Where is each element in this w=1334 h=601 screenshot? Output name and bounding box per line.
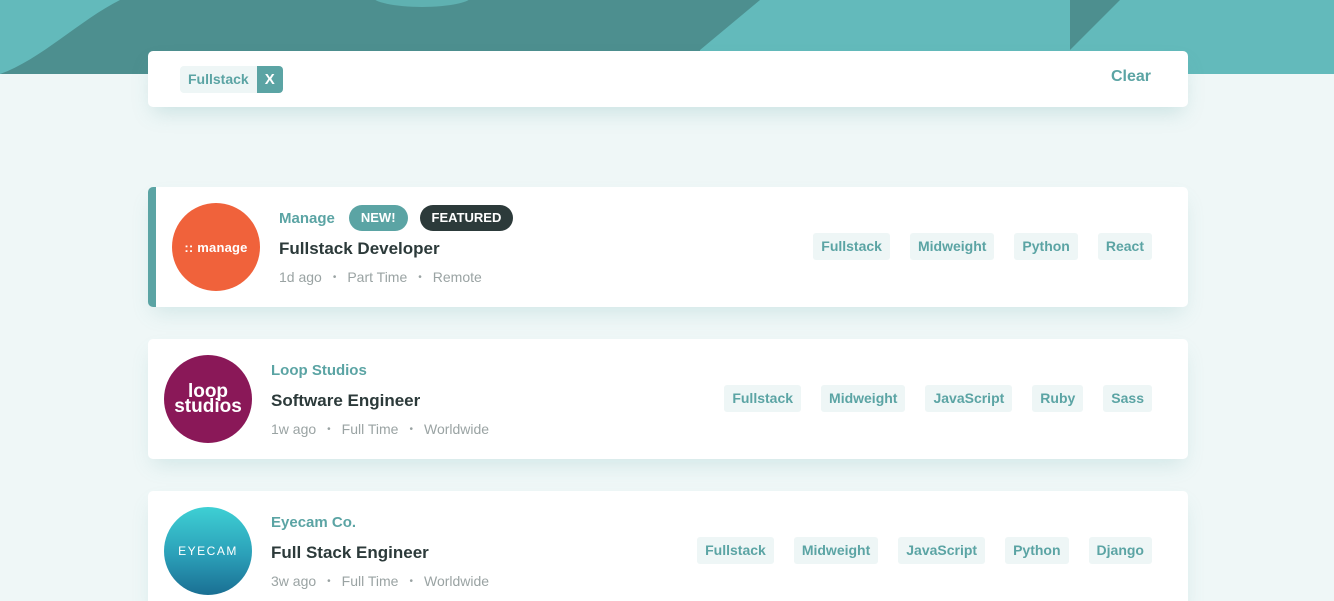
job-card: :: manage Manage NEW! FEATURED Fullstack…	[148, 187, 1188, 307]
meta-separator: •	[332, 271, 337, 283]
meta-separator: •	[327, 423, 331, 435]
meta-separator: •	[418, 271, 422, 283]
filter-bar: Fullstack X Clear	[148, 51, 1188, 107]
company-name: Manage	[279, 209, 335, 227]
meta-separator: •	[327, 575, 331, 587]
company-row: Manage NEW! FEATURED	[279, 205, 525, 231]
posted-at: 1w ago	[271, 421, 317, 437]
tag-button[interactable]: Midweight	[821, 385, 906, 412]
meta-separator: •	[409, 423, 413, 435]
tag-button[interactable]: React	[1097, 233, 1152, 260]
remove-filter-button[interactable]: X	[256, 66, 283, 93]
posted-at: 3w ago	[271, 573, 317, 589]
tag-button[interactable]: Midweight	[909, 233, 995, 260]
job-info: Loop Studios Software Engineer 1w ago • …	[271, 357, 489, 438]
job-tags: Fullstack Midweight Python React	[813, 233, 1152, 260]
job-position[interactable]: Fullstack Developer	[279, 239, 525, 259]
company-row: Eyecam Co.	[271, 509, 489, 535]
job-meta: 1w ago • Full Time • Worldwide	[271, 421, 489, 437]
tag-button[interactable]: JavaScript	[925, 385, 1013, 412]
job-meta: 1d ago • Part Time • Remote	[279, 269, 525, 285]
job-location: Remote	[432, 269, 482, 285]
contract-type: Full Time	[341, 573, 399, 589]
contract-type: Part Time	[347, 269, 408, 285]
job-tags: Fullstack Midweight JavaScript Ruby Sass	[724, 385, 1152, 412]
tag-button[interactable]: Fullstack	[697, 537, 774, 564]
company-logo-text: EYECAM	[178, 544, 238, 558]
company-name: Loop Studios	[271, 361, 367, 379]
company-logo: :: manage	[172, 203, 260, 291]
tag-button[interactable]: Fullstack	[724, 385, 802, 412]
job-card: loop studios Loop Studios Software Engin…	[148, 339, 1188, 459]
tag-button[interactable]: Fullstack	[813, 233, 890, 260]
meta-separator: •	[409, 575, 413, 587]
tag-button[interactable]: Ruby	[1032, 385, 1084, 412]
job-info: Manage NEW! FEATURED Fullstack Developer…	[279, 205, 525, 285]
new-badge: NEW!	[348, 205, 408, 231]
job-location: Worldwide	[423, 421, 490, 437]
featured-badge: FEATURED	[419, 205, 514, 231]
posted-at: 1d ago	[279, 269, 322, 285]
tag-button[interactable]: JavaScript	[898, 537, 986, 564]
company-logo-text: :: manage	[184, 239, 248, 255]
job-card: EYECAM Eyecam Co. Full Stack Engineer 3w…	[148, 491, 1188, 601]
tag-button[interactable]: Sass	[1103, 385, 1152, 412]
company-row: Loop Studios	[271, 357, 489, 383]
tag-button[interactable]: Python	[1005, 537, 1069, 564]
tag-button[interactable]: Django	[1088, 537, 1152, 564]
filter-chip-fullstack: Fullstack X	[180, 66, 283, 93]
job-position[interactable]: Full Stack Engineer	[271, 543, 489, 563]
company-logo: EYECAM	[164, 507, 252, 595]
job-location: Worldwide	[423, 573, 490, 589]
job-position[interactable]: Software Engineer	[271, 391, 489, 411]
company-logo: loop studios	[164, 355, 252, 443]
contract-type: Full Time	[341, 421, 399, 437]
job-info: Eyecam Co. Full Stack Engineer 3w ago • …	[271, 509, 489, 590]
job-tags: Fullstack Midweight JavaScript Python Dj…	[697, 537, 1152, 564]
tag-button[interactable]: Midweight	[793, 537, 879, 564]
company-name: Eyecam Co.	[271, 513, 357, 531]
tag-button[interactable]: Python	[1014, 233, 1078, 260]
company-logo-text: studios	[174, 396, 242, 417]
job-meta: 3w ago • Full Time • Worldwide	[271, 573, 489, 589]
clear-filters-button[interactable]: Clear	[1111, 68, 1151, 86]
filter-chip-label: Fullstack	[180, 66, 257, 93]
